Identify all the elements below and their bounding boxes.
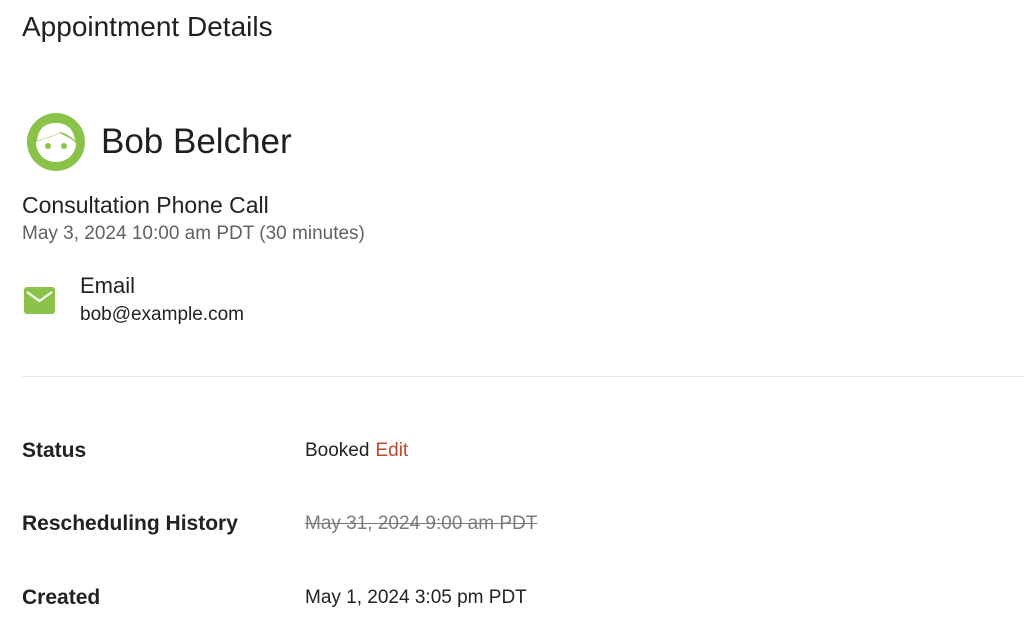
page-title: Appointment Details [22,11,273,42]
customer-header: Bob Belcher [26,112,292,172]
customer-name: Bob Belcher [101,122,292,161]
appointment-datetime: May 3, 2024 10:00 am PDT (30 minutes) [22,223,365,244]
status-row: Status Booked Edit [22,437,1022,467]
rescheduling-history-label: Rescheduling History [22,512,238,535]
created-label: Created [22,586,101,609]
appointment-details-page: Appointment Details Bob Belcher Consulta… [0,0,1024,641]
status-value-wrapper: Booked Edit [305,438,408,464]
status-label: Status [22,439,87,462]
contact-label: Email [80,273,136,298]
previous-appointment-time: May 31, 2024 9:00 am PDT [305,513,538,534]
service-name: Consultation Phone Call [22,192,269,218]
contact-email: Email bob@example.com [22,272,422,332]
created-row: Created May 1, 2024 3:05 pm PDT [22,584,1022,614]
edit-status-link[interactable]: Edit [375,440,408,461]
status-value: Booked [305,440,370,461]
section-divider [22,376,1024,377]
mail-icon [24,287,55,314]
face-avatar-icon [27,113,85,171]
rescheduling-history-row: Rescheduling History May 31, 2024 9:00 a… [22,510,1022,540]
created-value: May 1, 2024 3:05 pm PDT [305,587,527,608]
contact-email-value: bob@example.com [80,304,244,325]
